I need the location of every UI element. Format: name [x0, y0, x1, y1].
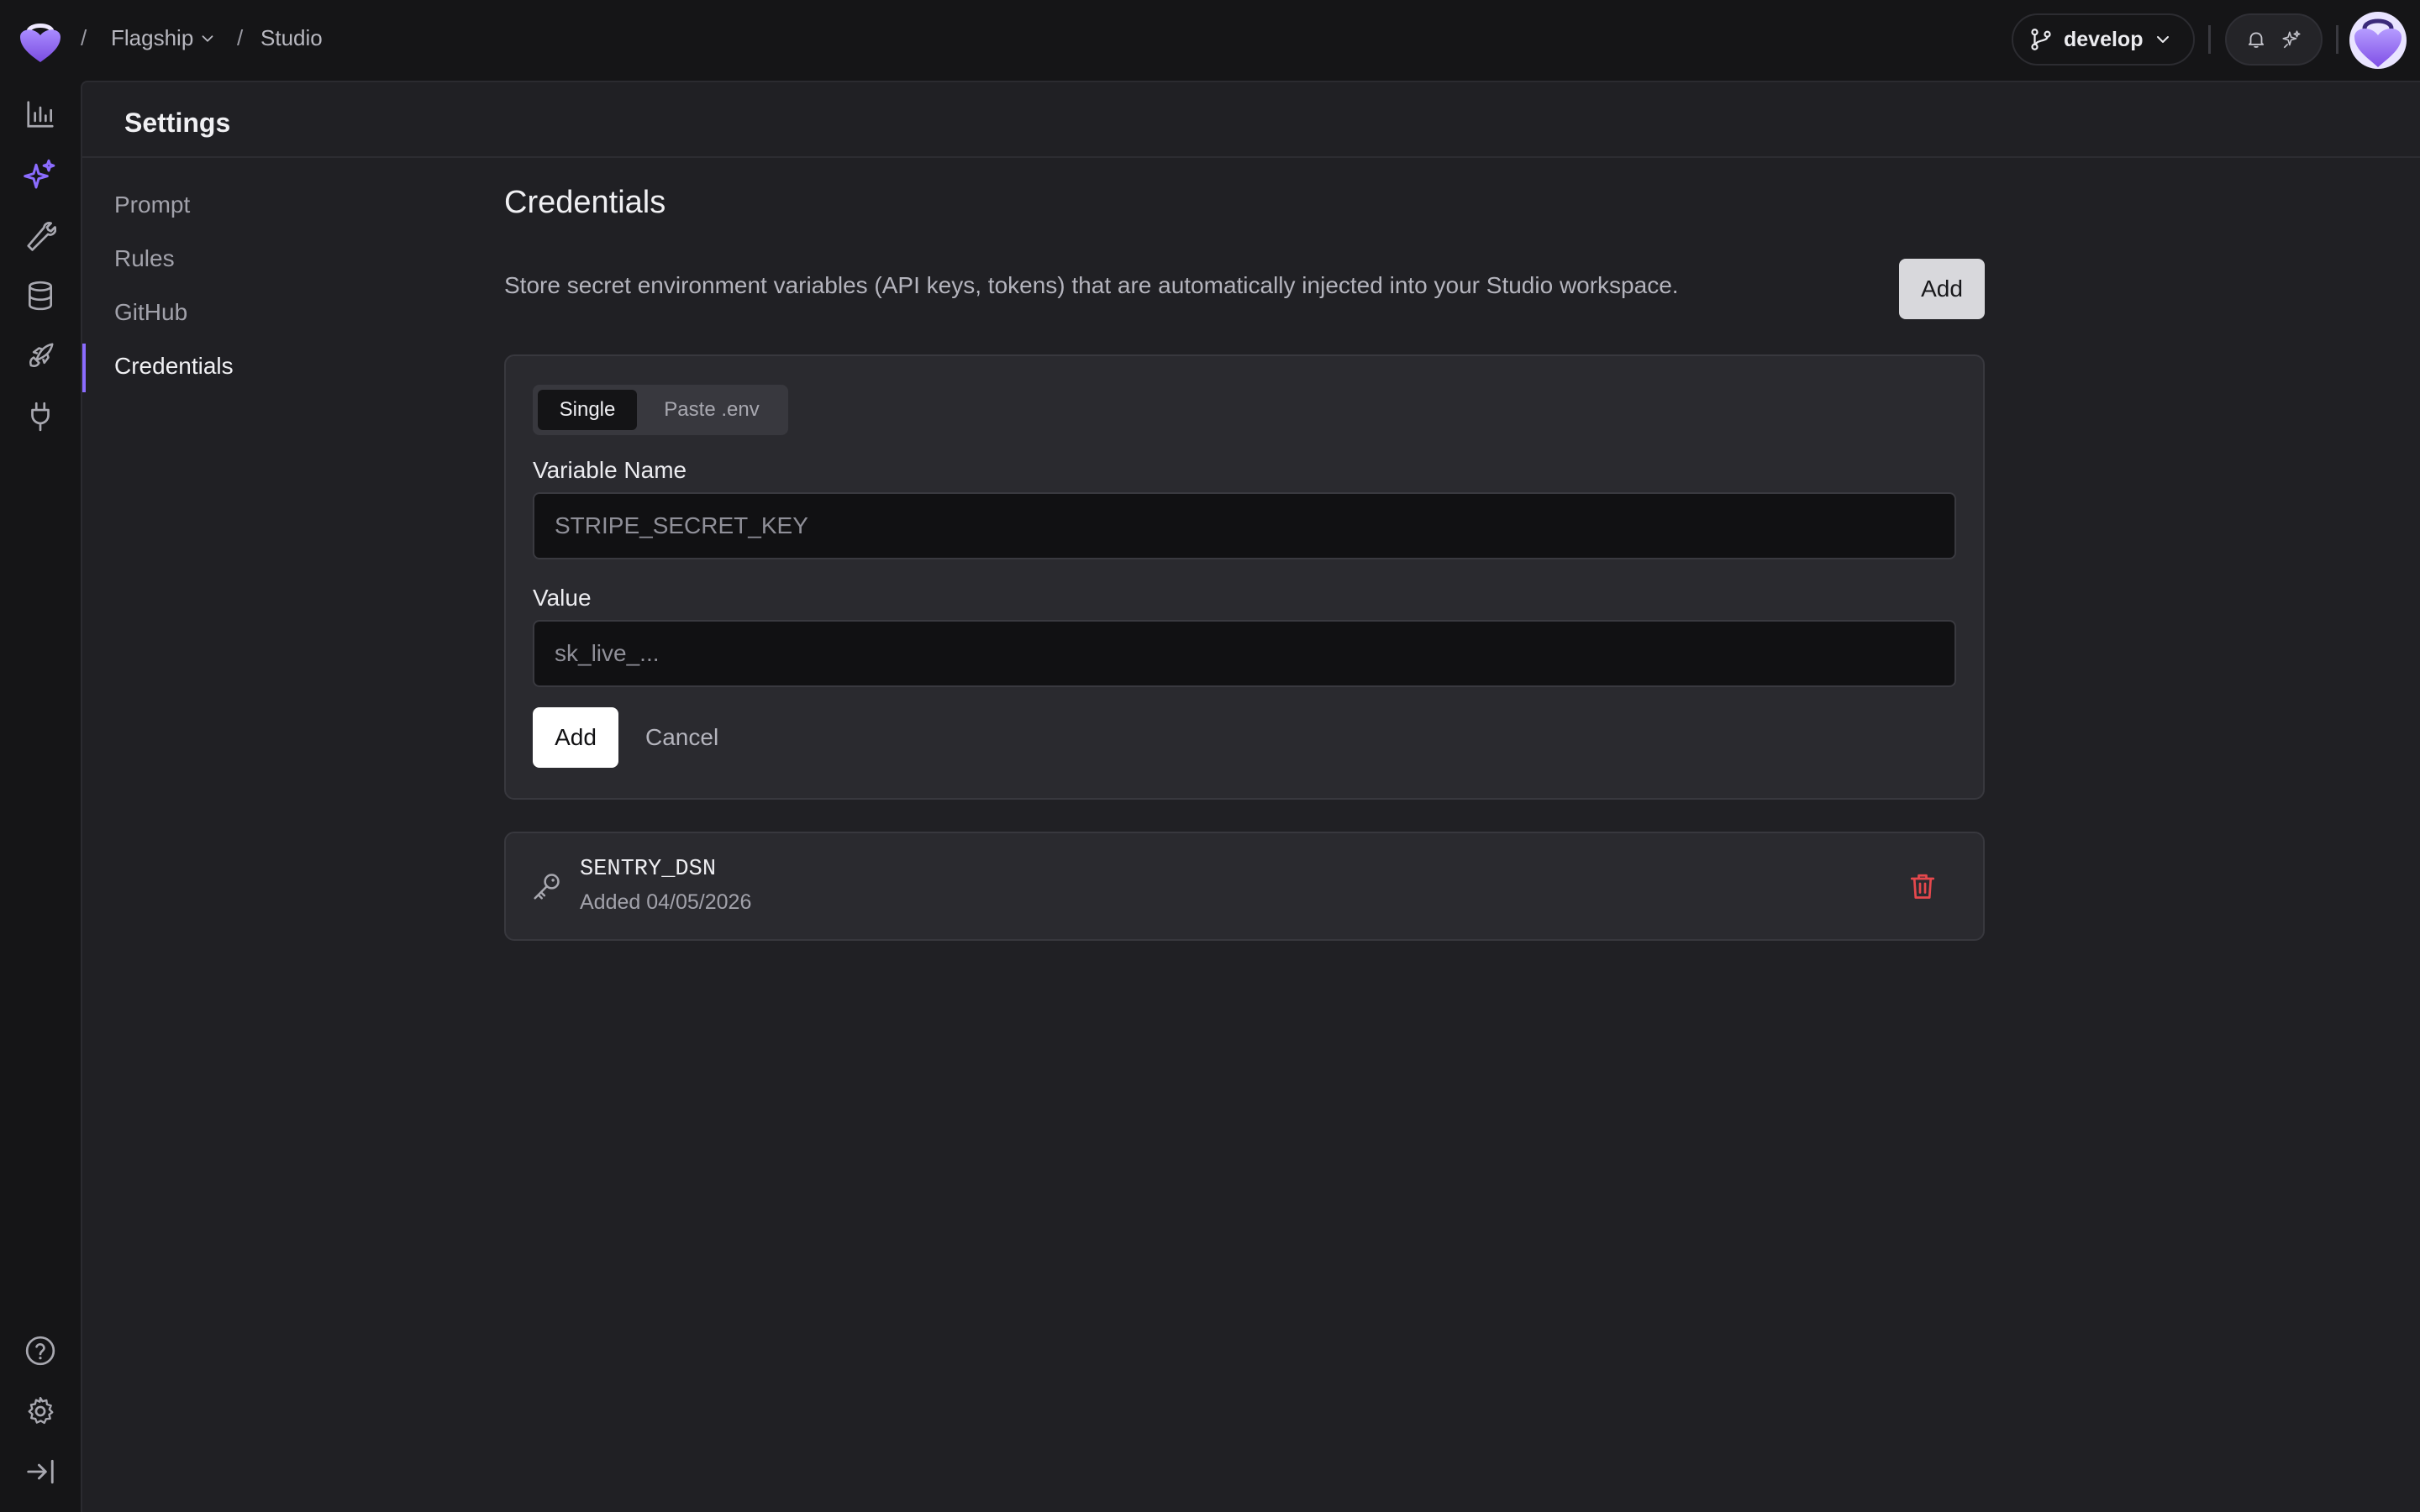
plug-icon[interactable]	[22, 398, 59, 435]
variable-name-label: Variable Name	[533, 457, 687, 483]
divider	[2208, 25, 2211, 54]
collapse-sidebar-icon[interactable]	[22, 1453, 59, 1490]
breadcrumb-page[interactable]: Studio	[260, 25, 323, 51]
breadcrumb-project[interactable]: Flagship	[111, 25, 217, 51]
avatar[interactable]	[2349, 12, 2407, 69]
quick-actions	[2225, 13, 2323, 66]
help-icon[interactable]	[22, 1332, 59, 1369]
add-credential-button[interactable]: Add	[1899, 259, 1985, 319]
submit-add-button[interactable]: Add	[533, 707, 618, 768]
breadcrumb-separator: /	[81, 25, 87, 50]
gear-icon[interactable]	[22, 1393, 59, 1430]
sparkles-icon[interactable]	[22, 156, 59, 193]
settings-nav-prompt[interactable]: Prompt	[114, 192, 190, 218]
section-description: Store secret environment variables (API …	[504, 272, 1679, 298]
breadcrumb-project-label: Flagship	[111, 25, 194, 50]
settings-nav-rules[interactable]: Rules	[114, 245, 175, 272]
analytics-icon[interactable]	[22, 96, 59, 133]
value-label: Value	[533, 585, 592, 611]
page-title: Settings	[124, 108, 231, 138]
top-bar: / Flagship / Studio develop	[0, 0, 2420, 81]
trash-icon[interactable]	[1907, 870, 1938, 902]
chevron-down-icon	[198, 29, 217, 48]
panel-header: Settings	[82, 82, 2420, 158]
variable-name-input[interactable]: STRIPE_SECRET_KEY	[533, 492, 1956, 559]
credential-added-date: Added 04/05/2026	[580, 890, 752, 914]
value-input[interactable]: sk_live_...	[533, 620, 1956, 687]
section-title: Credentials	[504, 185, 666, 220]
active-nav-indicator	[82, 344, 86, 392]
input-mode-toggle: Single Paste .env	[533, 385, 788, 435]
list-item: SENTRY_DSN Added 04/05/2026	[504, 832, 1985, 941]
mode-single-button[interactable]: Single	[538, 390, 637, 430]
wrench-icon[interactable]	[22, 217, 59, 254]
branch-label: develop	[2064, 27, 2144, 51]
divider	[2336, 25, 2338, 54]
settings-panel: Settings Prompt Rules GitHub Credentials…	[81, 81, 2420, 1512]
bell-icon[interactable]	[2245, 29, 2267, 50]
credential-name: SENTRY_DSN	[580, 857, 717, 882]
settings-nav-credentials[interactable]: Credentials	[114, 353, 234, 380]
sparkle-icon[interactable]	[2281, 29, 2302, 50]
database-icon[interactable]	[22, 277, 59, 314]
rocket-icon[interactable]	[22, 338, 59, 375]
branch-icon	[2028, 27, 2054, 52]
mode-paste-env-button[interactable]: Paste .env	[640, 390, 783, 430]
settings-nav-github[interactable]: GitHub	[114, 299, 187, 326]
breadcrumb-separator: /	[237, 25, 244, 50]
key-icon	[531, 870, 563, 902]
app-logo-icon[interactable]	[17, 17, 64, 64]
chevron-down-icon	[2153, 29, 2173, 50]
cancel-button[interactable]: Cancel	[645, 724, 718, 751]
branch-selector[interactable]: develop	[2012, 13, 2195, 66]
add-credential-form: Single Paste .env Variable Name STRIPE_S…	[504, 354, 1985, 800]
